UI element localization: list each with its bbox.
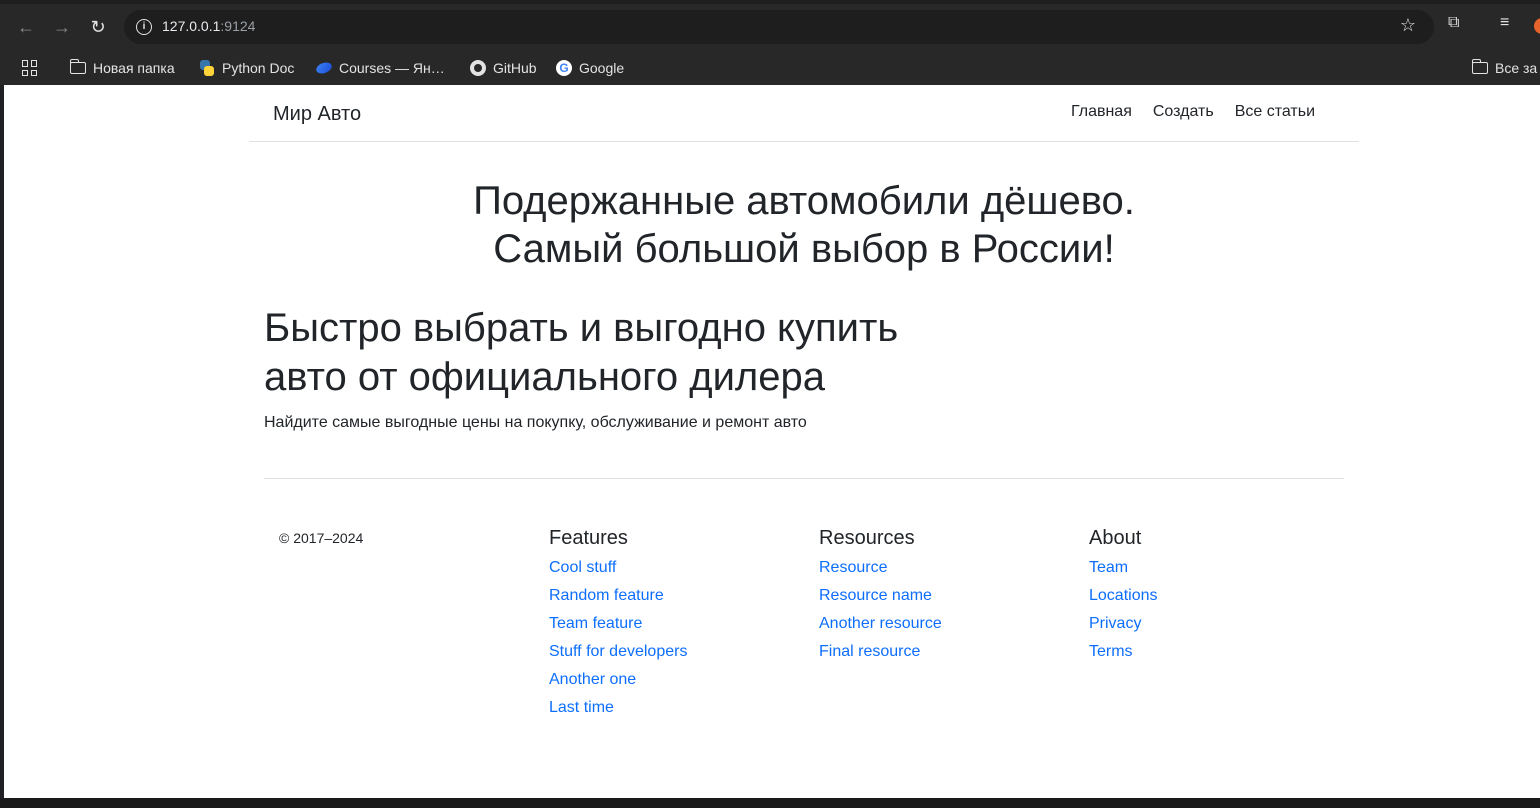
- hero-section: Подержанные автомобили дёшево. Самый бол…: [4, 177, 1540, 273]
- arrow-right-icon: →: [53, 17, 71, 37]
- folder-icon: [69, 59, 86, 74]
- footer-column-title: About: [1089, 527, 1142, 549]
- footer-link[interactable]: Terms: [1089, 642, 1339, 662]
- bookmark-courses[interactable]: Courses — Ян…: [314, 56, 445, 80]
- bookmark-star-icon[interactable]: ☆: [1400, 15, 1416, 36]
- footer-link[interactable]: Final resource: [819, 642, 1069, 662]
- nav-link-all-articles[interactable]: Все статьи: [1235, 103, 1315, 121]
- profile-avatar[interactable]: [1534, 18, 1540, 34]
- forward-button[interactable]: →: [49, 14, 75, 40]
- footer-link[interactable]: Locations: [1089, 586, 1339, 606]
- courses-icon: [314, 60, 334, 76]
- back-button[interactable]: ←: [13, 14, 39, 40]
- footer-link[interactable]: Privacy: [1089, 614, 1339, 634]
- lead-section: Быстро выбрать и выгодно купить авто от …: [264, 304, 964, 432]
- arrow-left-icon: ←: [17, 17, 35, 37]
- lead-text: Найдите самые выгодные цены на покупку, …: [264, 414, 807, 431]
- address-bar[interactable]: i 127.0.0.1:9124 ☆: [124, 10, 1434, 44]
- extensions-icon[interactable]: ⧉: [1448, 14, 1459, 32]
- site-nav: Главная Создать Все статьи: [1071, 103, 1315, 121]
- bookmarks-bar: Новая папка Python Doc Courses — Ян… Git…: [0, 52, 1540, 85]
- site-brand[interactable]: Мир Авто: [273, 103, 361, 126]
- desktop-strip: [0, 798, 1540, 808]
- footer-column-resources: Resources Resource Resource name Another…: [819, 526, 1069, 670]
- footer-link[interactable]: Another one: [549, 670, 799, 690]
- nav-link-create[interactable]: Создать: [1153, 103, 1214, 121]
- footer-column-about: About Team Locations Privacy Terms: [1089, 526, 1339, 670]
- section-divider: [264, 478, 1344, 479]
- bookmark-python-doc[interactable]: Python Doc: [199, 56, 294, 80]
- site-info-icon[interactable]: i: [136, 19, 152, 35]
- other-bookmarks[interactable]: Все за: [1471, 56, 1537, 80]
- reload-button[interactable]: ↻: [85, 14, 111, 40]
- footer-link[interactable]: Stuff for developers: [549, 642, 799, 662]
- tab-strip: [0, 0, 1540, 4]
- google-icon: G: [556, 60, 572, 76]
- media-controls-icon[interactable]: ≡: [1500, 14, 1509, 32]
- page-viewport: Мир Авто Главная Создать Все статьи Поде…: [4, 85, 1540, 798]
- hero-title: Подержанные автомобили дёшево. Самый бол…: [473, 179, 1135, 271]
- footer-link[interactable]: Resource name: [819, 586, 1069, 606]
- footer-link[interactable]: Last time: [549, 698, 799, 718]
- folder-icon: [1471, 59, 1488, 74]
- footer-link[interactable]: Another resource: [819, 614, 1069, 634]
- url-text[interactable]: 127.0.0.1:9124: [162, 18, 255, 34]
- footer-column-title: Resources: [819, 527, 915, 549]
- footer-column-title: Features: [549, 527, 628, 549]
- python-icon: [199, 60, 215, 76]
- copyright-text: © 2017–2024: [279, 530, 364, 546]
- footer-link[interactable]: Cool stuff: [549, 558, 799, 578]
- bookmark-github[interactable]: GitHub: [470, 56, 537, 80]
- footer-link[interactable]: Random feature: [549, 586, 799, 606]
- footer-column-features: Features Cool stuff Random feature Team …: [549, 526, 799, 726]
- github-icon: [470, 60, 486, 76]
- site-header: Мир Авто Главная Создать Все статьи: [249, 85, 1359, 142]
- lead-heading: Быстро выбрать и выгодно купить авто от …: [264, 306, 899, 399]
- bookmark-new-folder[interactable]: Новая папка: [69, 56, 175, 80]
- apps-grid-icon[interactable]: [22, 60, 38, 76]
- footer-link[interactable]: Team: [1089, 558, 1339, 578]
- reload-icon: ↻: [90, 17, 106, 37]
- footer-link[interactable]: Resource: [819, 558, 1069, 578]
- browser-toolbar: ← → ↻ i 127.0.0.1:9124 ☆ ⧉ ≡: [0, 0, 1540, 52]
- bookmark-google[interactable]: G Google: [556, 56, 624, 80]
- nav-link-home[interactable]: Главная: [1071, 103, 1132, 121]
- footer-link[interactable]: Team feature: [549, 614, 799, 634]
